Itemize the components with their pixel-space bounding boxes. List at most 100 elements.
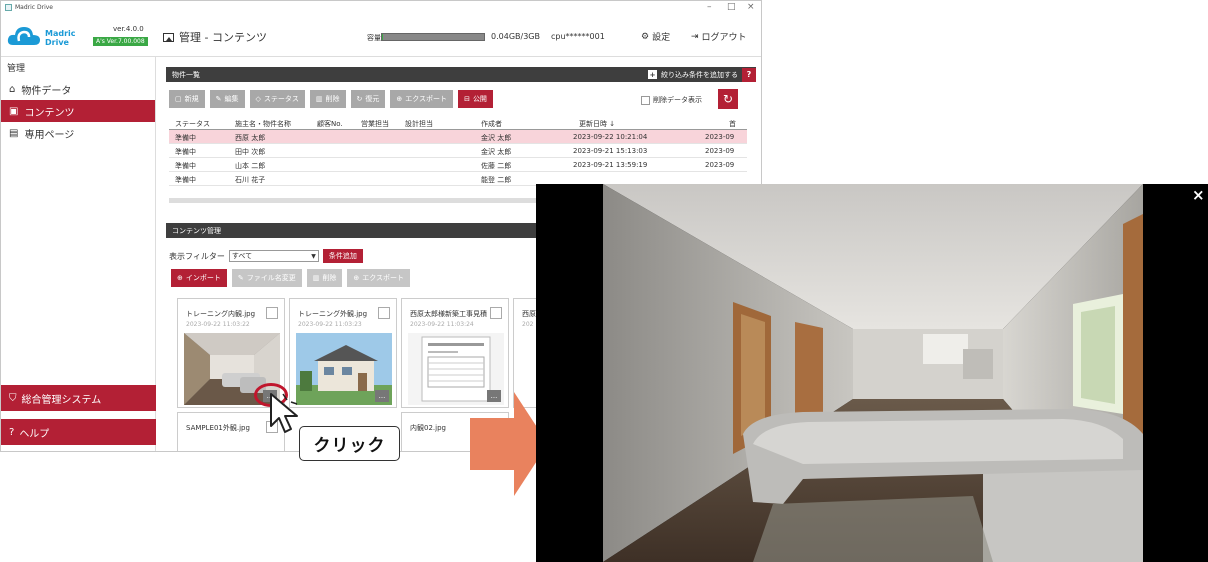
content-card[interactable]: トレーニング外観.jpg 2023-09-22 11:03:23 ... xyxy=(289,298,397,408)
more-button[interactable]: ... xyxy=(375,390,389,402)
button-label: インポート xyxy=(185,274,221,282)
publish-button[interactable]: ⊟ 公開 xyxy=(458,90,493,108)
cell-creator: 金沢 太郎 xyxy=(481,134,512,142)
sidebar-item-contents[interactable]: ▣ コンテンツ xyxy=(1,100,155,122)
new-icon: ▢ xyxy=(175,95,182,103)
column-header[interactable]: 首 xyxy=(729,119,736,129)
display-filter: 表示フィルター すべて ▼ 条件追加 xyxy=(169,249,363,263)
rename-button[interactable]: ✎ ファイル名変更 xyxy=(231,269,302,287)
page-title-text: 管理 - コンテンツ xyxy=(179,31,267,44)
card-date: 2023-09-22 11:03:22 xyxy=(186,321,250,328)
cloud-logo-icon xyxy=(7,27,40,45)
publish-icon: ⊟ xyxy=(464,95,470,103)
minimize-button[interactable]: – xyxy=(707,2,712,12)
status-button[interactable]: ◇ ステータス xyxy=(249,90,305,108)
sidebar-item-admin-system[interactable]: ⛉ 総合管理システム xyxy=(1,385,156,411)
column-header[interactable]: 施主名・物件名称 xyxy=(235,119,291,129)
capacity-text: 0.04GB/3GB xyxy=(491,32,540,41)
delete-button[interactable]: ▥ 削除 xyxy=(309,90,346,108)
property-list-header: 物件一覧 + 絞り込み条件を追加する ? xyxy=(166,67,756,82)
button-label: 編集 xyxy=(224,95,239,103)
property-list-title: 物件一覧 xyxy=(172,70,200,79)
cell-extra: 2023-09 xyxy=(705,133,735,141)
restore-button[interactable]: ↻ 復元 xyxy=(350,90,386,108)
sidebar-item-properties[interactable]: ⌂ 物件データ xyxy=(1,78,155,100)
cell-status: 準備中 xyxy=(175,134,196,142)
import-icon: ⊕ xyxy=(177,274,183,282)
sidebar-item-label: ヘルプ xyxy=(19,428,50,440)
new-button[interactable]: ▢ 新規 xyxy=(169,90,205,108)
logout-button[interactable]: ⇥ ログアウト xyxy=(691,30,747,44)
viewer-close-button[interactable]: × xyxy=(1192,186,1205,204)
card-checkbox[interactable] xyxy=(490,307,502,319)
card-checkbox[interactable] xyxy=(266,307,278,319)
table-row[interactable]: 準備中 山本 二郎 佐藤 二郎 2023-09-21 13:59:19 2023… xyxy=(169,158,747,172)
contents-toolbar: ⊕ インポート ✎ ファイル名変更 ▥ 削除 ⊕ エクスポート xyxy=(171,269,411,287)
filter-select[interactable]: すべて ▼ xyxy=(228,250,319,262)
card-date: 2023-09-22 11:03:24 xyxy=(410,321,474,328)
import-button[interactable]: ⊕ インポート xyxy=(171,269,227,287)
card-name: 内観02.jpg xyxy=(410,424,446,432)
show-deleted-toggle[interactable]: 削除データ表示 xyxy=(641,95,702,105)
edit-button[interactable]: ✎ 編集 xyxy=(209,90,245,108)
button-label: 公開 xyxy=(472,95,487,103)
cell-updated: 2023-09-22 10:21:04 xyxy=(573,133,648,141)
brand-name: Madric Drive xyxy=(45,29,76,47)
button-label: ステータス xyxy=(263,95,299,103)
logout-icon: ⇥ xyxy=(691,31,699,42)
capacity-bar-fill xyxy=(382,34,384,40)
cell-creator: 能登 二郎 xyxy=(481,176,512,184)
picture-icon xyxy=(163,32,174,42)
help-button[interactable]: ? xyxy=(742,67,756,82)
show-deleted-checkbox[interactable] xyxy=(641,95,650,105)
tutorial-figure: Madric Drive – □ × Madric Drive ver.4.0.… xyxy=(0,0,1208,562)
cell-owner: 田中 次郎 xyxy=(235,148,266,156)
title-bar: Madric Drive – □ × xyxy=(1,1,761,15)
restore-icon: ↻ xyxy=(356,95,363,103)
cell-owner: 石川 花子 xyxy=(235,176,266,184)
contents-export-button[interactable]: ⊕ エクスポート xyxy=(347,269,411,287)
table-header: ステータス 施主名・物件名称 顧客No. 営業担当 設計担当 作成者 更新日時 … xyxy=(169,116,747,130)
column-header[interactable]: 作成者 xyxy=(481,119,502,129)
card-name: トレーニング内観.jpg xyxy=(186,310,256,318)
column-header[interactable]: 設計担当 xyxy=(405,119,433,129)
button-label: 新規 xyxy=(184,95,199,103)
export-icon: ⊕ xyxy=(353,274,360,282)
card-checkbox[interactable] xyxy=(378,307,390,319)
cell-updated: 2023-09-21 13:59:19 xyxy=(573,161,648,169)
cell-extra: 2023-09 xyxy=(705,147,735,155)
interior-render-image xyxy=(603,184,1143,562)
export-button[interactable]: ⊕ エクスポート xyxy=(390,90,454,108)
add-filter-link[interactable]: 絞り込み条件を追加する xyxy=(661,70,738,80)
exterior-thumbnail[interactable]: ... xyxy=(296,333,392,405)
settings-label: 設定 xyxy=(652,33,671,43)
sidebar-item-label: 専用ページ xyxy=(24,129,75,141)
column-header[interactable]: 更新日時 ↓ xyxy=(579,119,615,129)
table-row[interactable]: 準備中 田中 次郎 金沢 太郎 2023-09-21 15:13:03 2023… xyxy=(169,144,747,158)
card-name: SAMPLE01外観.jpg xyxy=(186,424,250,432)
column-header[interactable]: 営業担当 xyxy=(361,119,389,129)
cell-owner: 山本 二郎 xyxy=(235,162,266,170)
trash-icon: ▥ xyxy=(312,274,320,282)
sidebar: 管理 ⌂ 物件データ ▣ コンテンツ ▤ 専用ページ ⛉ 総合管理システム ? … xyxy=(1,57,156,451)
add-condition-button[interactable]: 条件追加 xyxy=(322,249,363,263)
pencil-icon: ✎ xyxy=(237,274,244,282)
sidebar-item-private-page[interactable]: ▤ 専用ページ xyxy=(1,122,155,144)
settings-button[interactable]: ⚙ 設定 xyxy=(641,30,671,44)
table-row[interactable]: 準備中 西原 太郎 金沢 太郎 2023-09-22 10:21:04 2023… xyxy=(169,130,747,144)
button-label: 削除 xyxy=(322,274,337,282)
home-icon: ⌂ xyxy=(9,83,16,95)
contents-delete-button[interactable]: ▥ 削除 xyxy=(306,269,343,287)
column-header[interactable]: 顧客No. xyxy=(317,119,343,129)
card-name: トレーニング外観.jpg xyxy=(298,310,368,318)
column-header[interactable]: ステータス xyxy=(175,119,210,129)
maximize-button[interactable]: □ xyxy=(727,2,736,12)
close-button[interactable]: × xyxy=(747,2,755,12)
sidebar-item-label: 物件データ xyxy=(21,85,72,97)
add-filter-icon: + xyxy=(648,70,657,79)
filter-value: すべて xyxy=(231,252,253,260)
sidebar-item-help[interactable]: ? ヘルプ xyxy=(1,419,156,445)
property-list-header-actions: + 絞り込み条件を追加する ? xyxy=(648,67,756,82)
refresh-button[interactable]: ↻ xyxy=(718,89,738,109)
sidebar-heading: 管理 xyxy=(7,64,26,74)
